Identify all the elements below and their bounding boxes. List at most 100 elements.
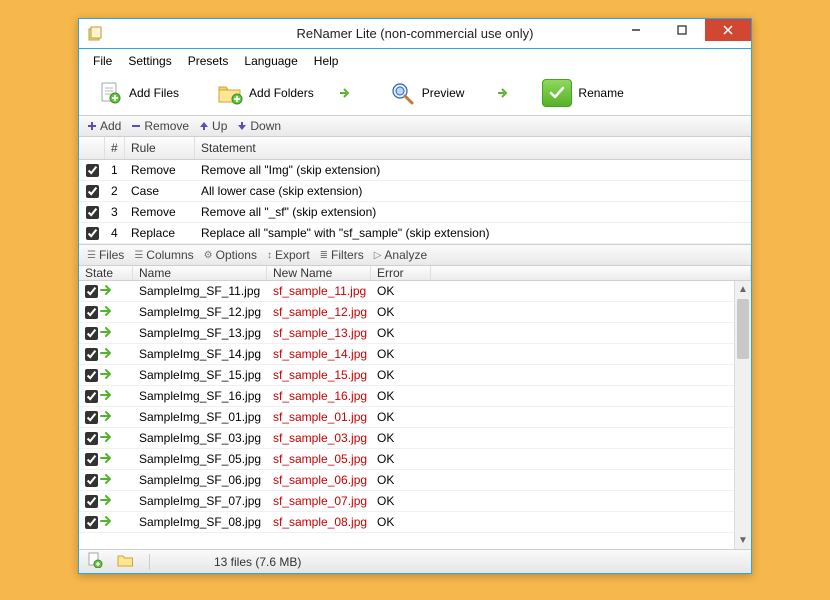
scroll-thumb[interactable] [737, 299, 749, 359]
move-rule-up-button[interactable]: Up [199, 119, 227, 133]
file-checkbox[interactable] [85, 390, 98, 403]
file-plus-icon [97, 81, 123, 105]
file-checkbox[interactable] [85, 432, 98, 445]
file-row[interactable]: SampleImg_SF_07.jpg sf_sample_07.jpg OK [79, 491, 734, 512]
file-row[interactable]: SampleImg_SF_01.jpg sf_sample_01.jpg OK [79, 407, 734, 428]
menu-help[interactable]: Help [308, 52, 345, 70]
rule-checkbox[interactable] [86, 164, 99, 177]
file-error: OK [371, 452, 431, 466]
status-add-folder-icon[interactable] [117, 552, 135, 571]
file-row[interactable]: SampleImg_SF_03.jpg sf_sample_03.jpg OK [79, 428, 734, 449]
file-row[interactable]: SampleImg_SF_11.jpg sf_sample_11.jpg OK [79, 281, 734, 302]
statusbar: 13 files (7.6 MB) [79, 549, 751, 573]
file-error: OK [371, 347, 431, 361]
maximize-button[interactable] [659, 19, 705, 41]
col-header-newname[interactable]: New Name [267, 266, 371, 280]
scroll-down-arrow[interactable]: ▼ [735, 532, 751, 549]
rules-list: 1 Remove Remove all "Img" (skip extensio… [79, 160, 751, 244]
file-row[interactable]: SampleImg_SF_14.jpg sf_sample_14.jpg OK [79, 344, 734, 365]
col-header-rule[interactable]: Rule [125, 137, 195, 159]
preview-button[interactable]: Preview [384, 79, 471, 107]
options-tab[interactable]: ⚙Options [204, 248, 257, 262]
file-checkbox[interactable] [85, 348, 98, 361]
file-name: SampleImg_SF_05.jpg [133, 452, 267, 466]
rule-number: 2 [105, 184, 125, 198]
col-header-statement[interactable]: Statement [195, 137, 751, 159]
rule-number: 3 [105, 205, 125, 219]
add-rule-button[interactable]: Add [87, 119, 121, 133]
vertical-scrollbar[interactable]: ▲ ▼ [734, 281, 751, 549]
arrow-right-icon [100, 326, 114, 341]
analyze-tab[interactable]: ▷Analyze [374, 248, 427, 262]
file-new-name: sf_sample_03.jpg [267, 431, 371, 445]
file-row[interactable]: SampleImg_SF_08.jpg sf_sample_08.jpg OK [79, 512, 734, 533]
menu-settings[interactable]: Settings [122, 52, 177, 70]
columns-tab[interactable]: ☰Columns [134, 248, 193, 262]
rule-type: Replace [125, 226, 195, 240]
rule-row[interactable]: 1 Remove Remove all "Img" (skip extensio… [79, 160, 751, 181]
rule-checkbox[interactable] [86, 227, 99, 240]
app-icon [87, 26, 103, 42]
titlebar: ReNamer Lite (non-commercial use only) [79, 19, 751, 49]
file-checkbox[interactable] [85, 453, 98, 466]
rename-button[interactable]: Rename [536, 77, 629, 109]
file-checkbox[interactable] [85, 306, 98, 319]
arrow-right-icon [100, 410, 114, 425]
col-header-state[interactable]: State [79, 266, 133, 280]
file-name: SampleImg_SF_11.jpg [133, 284, 267, 298]
arrow-icon [338, 86, 352, 100]
files-tab[interactable]: ☰Files [87, 248, 124, 262]
rule-statement: Remove all "Img" (skip extension) [195, 163, 751, 177]
col-header-name[interactable]: Name [133, 266, 267, 280]
file-checkbox[interactable] [85, 474, 98, 487]
preview-label: Preview [422, 86, 465, 100]
menu-presets[interactable]: Presets [182, 52, 235, 70]
file-checkbox[interactable] [85, 516, 98, 529]
menu-file[interactable]: File [87, 52, 118, 70]
scroll-up-arrow[interactable]: ▲ [735, 281, 751, 298]
file-row[interactable]: SampleImg_SF_12.jpg sf_sample_12.jpg OK [79, 302, 734, 323]
file-checkbox[interactable] [85, 411, 98, 424]
move-rule-down-button[interactable]: Down [237, 119, 281, 133]
rule-toolbar: Add Remove Up Down [79, 115, 751, 137]
arrow-right-icon [100, 305, 114, 320]
col-header-error[interactable]: Error [371, 266, 431, 280]
file-name: SampleImg_SF_13.jpg [133, 326, 267, 340]
file-checkbox[interactable] [85, 369, 98, 382]
file-name: SampleImg_SF_08.jpg [133, 515, 267, 529]
rules-header: # Rule Statement [79, 137, 751, 160]
remove-rule-button[interactable]: Remove [131, 119, 189, 133]
arrow-right-icon [100, 284, 114, 299]
rule-row[interactable]: 2 Case All lower case (skip extension) [79, 181, 751, 202]
close-button[interactable] [705, 19, 751, 41]
file-row[interactable]: SampleImg_SF_06.jpg sf_sample_06.jpg OK [79, 470, 734, 491]
separator [149, 554, 150, 570]
minimize-button[interactable] [613, 19, 659, 41]
rule-checkbox[interactable] [86, 185, 99, 198]
file-new-name: sf_sample_15.jpg [267, 368, 371, 382]
rule-row[interactable]: 3 Remove Remove all "_sf" (skip extensio… [79, 202, 751, 223]
rule-type: Remove [125, 163, 195, 177]
rule-checkbox[interactable] [86, 206, 99, 219]
status-add-file-icon[interactable] [87, 552, 103, 571]
menu-language[interactable]: Language [238, 52, 303, 70]
file-checkbox[interactable] [85, 285, 98, 298]
file-row[interactable]: SampleImg_SF_13.jpg sf_sample_13.jpg OK [79, 323, 734, 344]
filters-tab[interactable]: ≣Filters [320, 248, 364, 262]
file-error: OK [371, 368, 431, 382]
arrow-right-icon [100, 473, 114, 488]
file-name: SampleImg_SF_14.jpg [133, 347, 267, 361]
file-row[interactable]: SampleImg_SF_16.jpg sf_sample_16.jpg OK [79, 386, 734, 407]
rule-row[interactable]: 4 Replace Replace all "sample" with "sf_… [79, 223, 751, 244]
file-checkbox[interactable] [85, 327, 98, 340]
add-files-button[interactable]: Add Files [91, 79, 185, 107]
add-folders-button[interactable]: Add Folders [211, 79, 320, 107]
file-checkbox[interactable] [85, 495, 98, 508]
file-error: OK [371, 410, 431, 424]
export-tab[interactable]: ↕Export [267, 248, 310, 262]
col-header-num[interactable]: # [105, 137, 125, 159]
files-list: SampleImg_SF_11.jpg sf_sample_11.jpg OK … [79, 281, 734, 533]
file-row[interactable]: SampleImg_SF_15.jpg sf_sample_15.jpg OK [79, 365, 734, 386]
file-row[interactable]: SampleImg_SF_05.jpg sf_sample_05.jpg OK [79, 449, 734, 470]
file-error: OK [371, 473, 431, 487]
